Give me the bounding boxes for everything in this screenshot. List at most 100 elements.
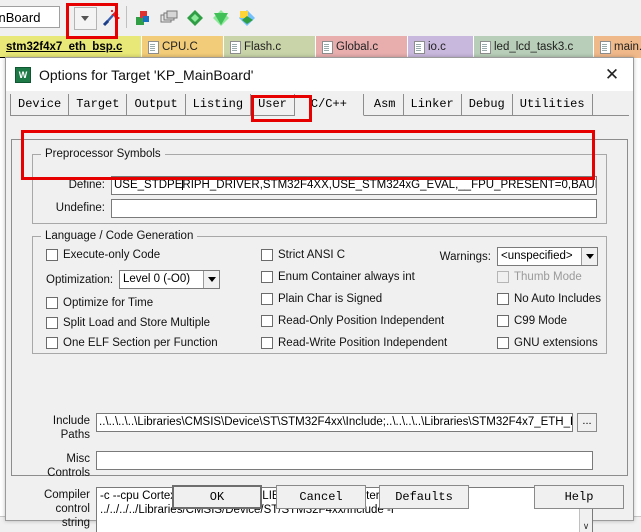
checkbox-c99-mode[interactable]: C99 Mode [497, 315, 567, 327]
checkbox-execute-only-code[interactable]: Execute-only Code [46, 249, 160, 261]
checkbox-label: Strict ANSI C [278, 249, 346, 261]
checkbox-read-write-position-independent[interactable]: Read-Write Position Independent [261, 337, 447, 349]
checkbox-label: Enum Container always int [278, 271, 415, 283]
checkbox-box [46, 297, 58, 309]
optimization-select[interactable]: Level 0 (-O0) [119, 270, 220, 289]
target-select-combo[interactable]: KP_MainBoard [0, 6, 60, 28]
tab-c-cpp[interactable]: C/C++ [294, 94, 364, 116]
group-label-preprocessor: Preprocessor Symbols [41, 148, 165, 160]
dialog-title: Options for Target 'KP_MainBoard' [39, 66, 254, 83]
checkbox-gnu-extensions[interactable]: GNU extensions [497, 337, 598, 349]
checkbox-optimize-for-time[interactable]: Optimize for Time [46, 297, 153, 309]
build-target-button[interactable] [131, 6, 155, 30]
checkbox-box [497, 315, 509, 327]
file-tab-4[interactable]: io.c [408, 36, 474, 58]
checkbox-label: One ELF Section per Function [63, 337, 218, 349]
define-label: Define: [68, 179, 105, 191]
editor-file-tabs: stm32f4x7_eth_bsp.c CPU.C Flash.c Global… [0, 36, 641, 59]
manage-project-icon [239, 10, 255, 26]
file-tab-label: Global.c [336, 41, 379, 53]
download-to-flash-button[interactable] [183, 6, 207, 30]
build-target-icon [136, 11, 149, 25]
checkbox-plain-char-is-signed[interactable]: Plain Char is Signed [261, 293, 382, 305]
checkbox-label: Read-Write Position Independent [278, 337, 448, 349]
checkbox-box [261, 293, 273, 305]
file-tab-1[interactable]: CPU.C [142, 36, 224, 58]
warnings-value: <unspecified> [501, 250, 573, 262]
file-tab-5[interactable]: led_lcd_task3.c [474, 36, 594, 58]
rebuild-all-button[interactable] [157, 6, 181, 30]
dialog-titlebar: W Options for Target 'KP_MainBoard' ✕ [6, 58, 633, 91]
magic-wand-options-icon [102, 9, 120, 27]
file-icon [148, 40, 159, 54]
ok-button[interactable]: OK [172, 485, 262, 509]
checkbox-box [497, 271, 509, 283]
batch-build-icon [160, 10, 178, 23]
ide-toolbar: KP_MainBoard [0, 0, 641, 37]
tab-asm[interactable]: Asm [363, 94, 404, 115]
include-paths-label-line1: Include [52, 415, 90, 427]
file-icon [600, 40, 611, 54]
cancel-button[interactable]: Cancel [276, 485, 366, 509]
warnings-select[interactable]: <unspecified> [497, 247, 598, 266]
debug-icon [213, 10, 229, 26]
checkbox-enum-container-always-int[interactable]: Enum Container always int [261, 271, 415, 283]
checkbox-read-only-position-independent[interactable]: Read-Only Position Independent [261, 315, 444, 327]
tab-target[interactable]: Target [69, 94, 128, 115]
defaults-button[interactable]: Defaults [379, 485, 469, 509]
close-icon[interactable]: ✕ [591, 58, 633, 91]
include-paths-input[interactable]: ..\..\..\..\Libraries\CMSIS\Device\ST\ST… [96, 413, 573, 432]
debug-session-button[interactable] [209, 6, 233, 30]
checkbox-label: Optimize for Time [63, 297, 154, 309]
toolbar-separator-1 [67, 6, 68, 28]
checkbox-no-auto-includes[interactable]: No Auto Includes [497, 293, 601, 305]
misc-controls-input[interactable] [96, 451, 593, 470]
checkbox-box [46, 317, 58, 329]
manage-project-items-button[interactable] [235, 6, 259, 30]
misc-controls-label-line1: Misc [66, 453, 90, 465]
tab-linker[interactable]: Linker [403, 94, 462, 115]
tab-device[interactable]: Device [10, 94, 70, 115]
checkbox-box [261, 337, 273, 349]
tab-user[interactable]: User [251, 94, 295, 115]
define-value-after-caret: RIPH_DRIVER,STM32F4XX,USE_STM324xG_EVAL,… [182, 179, 596, 191]
chevron-down-icon[interactable] [203, 271, 219, 288]
file-tab-2[interactable]: Flash.c [224, 36, 316, 58]
chevron-down-icon[interactable] [581, 248, 597, 265]
undefine-label: Undefine: [55, 202, 105, 214]
define-input[interactable]: USE_STDPERIPH_DRIVER,STM32F4XX,USE_STM32… [111, 176, 597, 195]
include-paths-browse-button[interactable]: ... [577, 413, 597, 432]
tab-utilities[interactable]: Utilities [512, 94, 593, 115]
checkbox-split-load-store-multiple[interactable]: Split Load and Store Multiple [46, 317, 210, 329]
compiler-string-label-line1: Compiler [43, 489, 90, 501]
checkbox-one-elf-section-per-function[interactable]: One ELF Section per Function [46, 337, 218, 349]
file-tab-0[interactable]: stm32f4x7_eth_bsp.c [0, 36, 142, 58]
optimization-label: Optimization: [46, 274, 114, 286]
tab-listing[interactable]: Listing [185, 94, 252, 115]
help-button[interactable]: Help [534, 485, 624, 509]
undefine-input[interactable] [111, 199, 597, 218]
checkbox-label: C99 Mode [514, 315, 568, 327]
compiler-string-label-line2: control [55, 503, 90, 515]
preprocessor-symbols-group: Preprocessor Symbols Define: USE_STDPERI… [32, 148, 607, 224]
keil-uvision-icon: W [15, 66, 31, 83]
target-dropdown-button[interactable] [73, 6, 97, 30]
toolbar-separator-2 [126, 6, 127, 28]
chevron-down-icon [73, 6, 97, 30]
download-icon [187, 10, 203, 26]
checkbox-box [497, 337, 509, 349]
checkbox-label: Plain Char is Signed [278, 293, 383, 305]
checkbox-strict-ansi-c[interactable]: Strict ANSI C [261, 249, 345, 261]
tab-debug[interactable]: Debug [461, 94, 513, 115]
checkbox-label: No Auto Includes [514, 293, 601, 305]
file-tab-3[interactable]: Global.c [316, 36, 408, 58]
options-for-target-button[interactable] [99, 6, 123, 30]
checkbox-box [46, 337, 58, 349]
scroll-down-icon[interactable]: ∨ [583, 521, 590, 532]
file-icon [480, 40, 491, 54]
file-tab-label: led_lcd_task3.c [494, 41, 574, 53]
file-tab-6[interactable]: main.c [594, 36, 641, 58]
tab-output[interactable]: Output [127, 94, 186, 115]
checkbox-box [261, 271, 273, 283]
file-icon [414, 40, 425, 54]
